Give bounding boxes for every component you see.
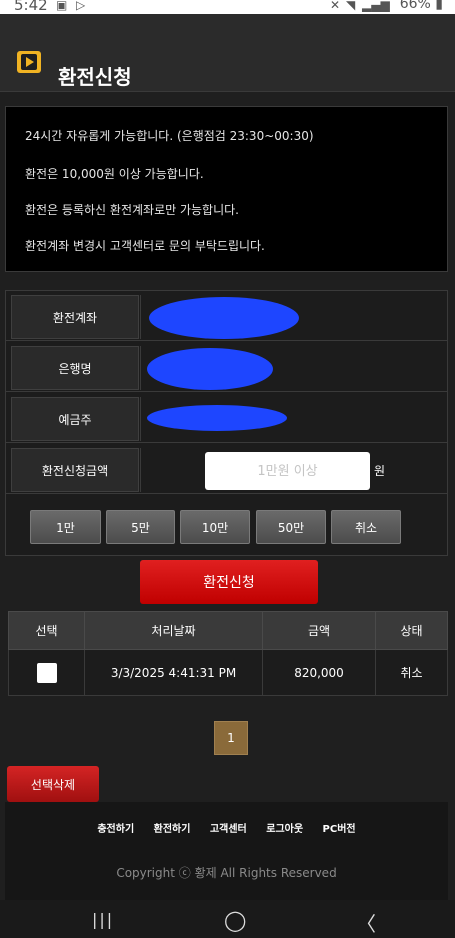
footer: 충전하기 환전하기 고객센터 로그아웃 PC버전 Copyright ⓒ 황제 … [5, 802, 448, 900]
amount-label: 환전신청금액 [11, 448, 139, 492]
page-1-button[interactable]: 1 [214, 721, 248, 755]
wifi-icon: ◥ [346, 0, 356, 12]
delete-selected-button[interactable]: 선택삭제 [7, 766, 99, 802]
page-title: 환전신청 [58, 65, 132, 89]
row-date: 3/3/2025 4:41:31 PM [84, 649, 263, 696]
withdraw-submit-button[interactable]: 환전신청 [140, 560, 318, 604]
account-label: 환전계좌 [11, 295, 139, 339]
footer-link-logout[interactable]: 로그아웃 [266, 824, 303, 835]
notice-box: 24시간 자유롭게 가능합니다. (은행점검 23:30~00:30) 환전은 … [5, 106, 448, 272]
back-icon[interactable]: 〈 [356, 908, 376, 937]
status-time: 5:42 [14, 0, 48, 14]
footer-link-pc-version[interactable]: PC버전 [323, 824, 356, 835]
notice-line-1: 24시간 자유롭게 가능합니다. (은행점검 23:30~00:30) [25, 129, 314, 143]
column-header-select: 선택 [8, 611, 85, 650]
holder-row: 예금주 [6, 393, 447, 443]
amount-100k-button[interactable]: 10만 [180, 510, 250, 544]
page-header: 환전신청 [0, 14, 455, 92]
battery-indicator: 66% ▮ [400, 0, 443, 12]
footer-links: 충전하기 환전하기 고객센터 로그아웃 PC버전 [5, 820, 448, 835]
notice-line-4: 환전계좌 변경시 고객센터로 문의 부탁드립니다. [25, 239, 265, 253]
holder-label: 예금주 [11, 397, 139, 441]
redaction-scribble [147, 348, 273, 390]
redaction-scribble [149, 297, 299, 339]
amount-input[interactable] [205, 452, 370, 490]
recent-apps-icon[interactable]: ||| [92, 910, 114, 929]
copyright-text: Copyright ⓒ 황제 All Rights Reserved [116, 866, 337, 880]
amount-reset-button[interactable]: 취소 [331, 510, 401, 544]
footer-link-deposit[interactable]: 충전하기 [97, 824, 134, 835]
bank-value [140, 346, 446, 390]
withdraw-history-table: 선택 처리날짜 금액 상태 3/3/2025 4:41:31 PM 820,00… [8, 611, 448, 696]
bank-label: 은행명 [11, 346, 139, 390]
holder-value [140, 397, 446, 441]
bank-row: 은행명 [6, 342, 447, 392]
column-header-status: 상태 [375, 611, 448, 650]
image-icon: ▣ [56, 0, 68, 12]
redaction-scribble [147, 405, 287, 431]
play-store-icon: ▷ [76, 0, 86, 12]
amount-10k-button[interactable]: 1만 [30, 510, 101, 544]
account-value [140, 295, 446, 339]
table-row: 3/3/2025 4:41:31 PM 820,000 취소 [8, 649, 448, 696]
footer-link-support[interactable]: 고객센터 [210, 824, 247, 835]
account-row: 환전계좌 [6, 291, 447, 341]
row-amount: 820,000 [262, 649, 376, 696]
play-icon [17, 51, 41, 73]
row-status: 취소 [375, 649, 448, 696]
amount-50k-button[interactable]: 5만 [106, 510, 175, 544]
status-bar: 5:42 ▣ ▷ ✕ ◥ ▂▄▆ 66% ▮ [0, 0, 455, 14]
android-nav-bar: ||| ◯ 〈 [0, 900, 455, 938]
mute-icon: ✕ [330, 0, 341, 12]
table-header-row: 선택 처리날짜 금액 상태 [8, 611, 448, 650]
amount-500k-button[interactable]: 50만 [256, 510, 326, 544]
column-header-date: 처리날짜 [84, 611, 263, 650]
row-checkbox[interactable] [36, 662, 57, 683]
currency-unit: 원 [374, 464, 386, 478]
footer-link-withdraw[interactable]: 환전하기 [154, 824, 191, 835]
column-header-amount: 금액 [262, 611, 376, 650]
notice-line-2: 환전은 10,000원 이상 가능합니다. [25, 167, 204, 181]
row-select-cell [8, 649, 85, 696]
battery-icon: ▮ [435, 0, 443, 12]
home-icon[interactable]: ◯ [224, 908, 246, 932]
battery-level: 66% [399, 0, 431, 12]
signal-icon: ▂▄▆ [362, 0, 390, 12]
notice-line-3: 환전은 등록하신 환전계좌로만 가능합니다. [25, 203, 239, 217]
